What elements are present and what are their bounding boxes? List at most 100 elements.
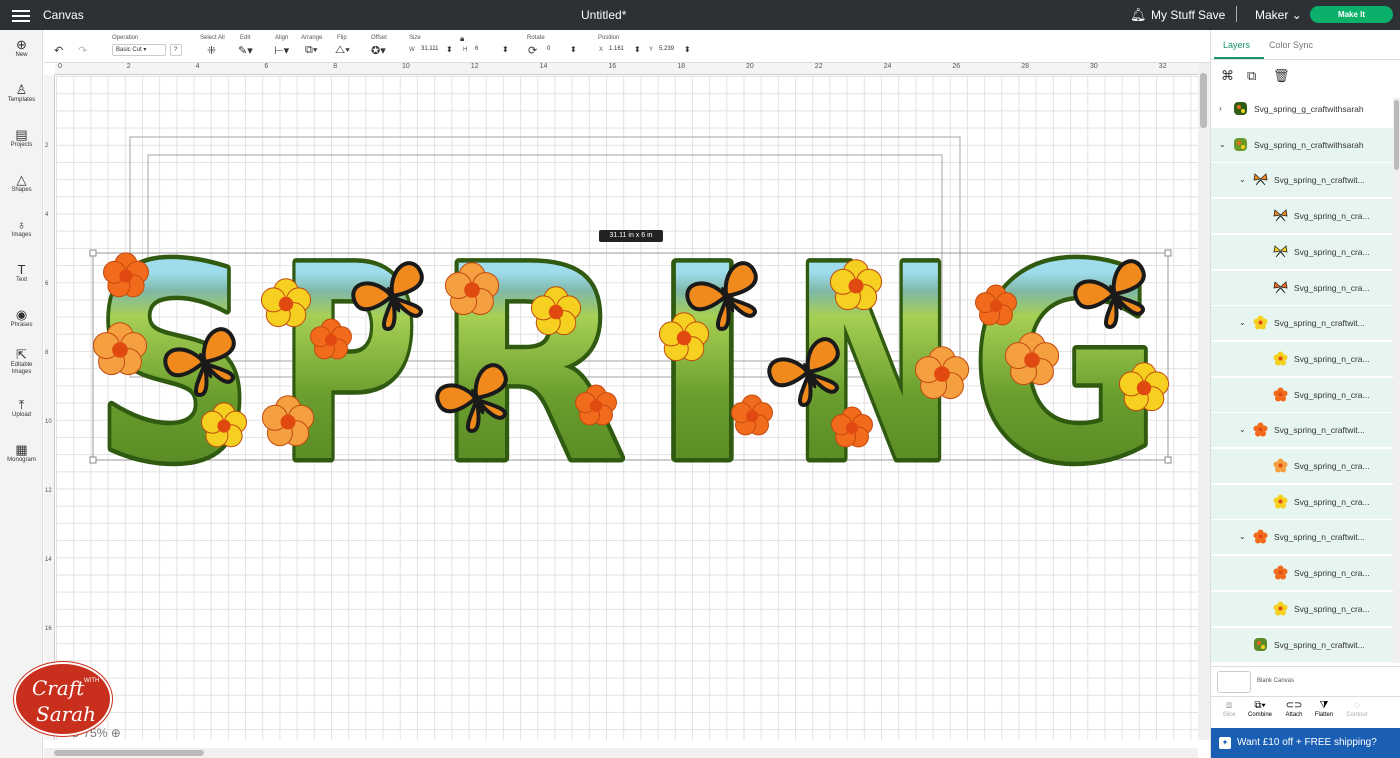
spring-letter[interactable]: I xyxy=(646,206,760,527)
ruler-tick-label: 2 xyxy=(45,143,49,149)
layer-thumbnail-icon xyxy=(1273,494,1288,509)
arrange-icon[interactable]: ⧉▾ xyxy=(305,44,317,57)
logo-text-sarah: Sarah xyxy=(36,702,96,726)
align-label: Align xyxy=(275,35,289,41)
layer-name: Svg_spring_n_cra... xyxy=(1294,389,1370,400)
ruler-tick-label: 14 xyxy=(45,557,52,563)
tool-phrases[interactable]: ◉ Phrases xyxy=(0,308,43,329)
chevron-icon[interactable]: ⌄ xyxy=(1219,140,1226,149)
selection-handle[interactable] xyxy=(1164,456,1172,464)
layer-thumbnail-icon xyxy=(1233,137,1248,152)
horizontal-scrollbar[interactable] xyxy=(44,748,1198,758)
spring-letters[interactable]: SPRING xyxy=(90,206,1166,527)
design-canvas[interactable]: SPRING 31.11 in x 6 in ⊖ 75% ⊕ xyxy=(56,76,1198,740)
height-input[interactable]: 6 xyxy=(472,44,502,56)
tool-monogram[interactable]: ▦ Monogram xyxy=(0,443,43,464)
trash-icon[interactable]: 🗑︎ xyxy=(1273,68,1290,84)
chevron-icon[interactable]: ⌄ xyxy=(1239,318,1246,327)
offset-label: Offset xyxy=(371,35,387,41)
logo-text-craft: Craft xyxy=(32,676,85,700)
flatten-button[interactable]: ⧩ Flatten xyxy=(1308,700,1340,718)
offset-icon[interactable]: ✪▾ xyxy=(371,44,386,57)
make-it-button[interactable]: Make It xyxy=(1310,6,1393,23)
document-title[interactable]: Untitled* xyxy=(581,8,626,22)
chevron-icon[interactable]: › xyxy=(1219,104,1222,113)
layer-row[interactable]: Svg_spring_n_cra... xyxy=(1211,449,1393,483)
layer-row[interactable]: ⌄ Svg_spring_n_craftwit... xyxy=(1211,413,1393,448)
layer-row[interactable]: ⌄ Svg_spring_n_craftwit... xyxy=(1211,306,1393,341)
combine-button[interactable]: ⧉▾ Combine xyxy=(1244,700,1276,718)
layer-row[interactable]: ⌄ Svg_spring_n_craftwithsarah xyxy=(1211,127,1393,162)
tool-templates[interactable]: ♙ Templates xyxy=(0,83,43,104)
chevron-icon[interactable]: ⌄ xyxy=(1239,175,1246,184)
blank-canvas-row[interactable]: Blank Canvas xyxy=(1211,666,1400,696)
layer-row[interactable]: Svg_spring_n_cra... xyxy=(1211,591,1393,626)
y-stepper-icon[interactable]: ⬍ xyxy=(684,45,691,54)
height-stepper-icon[interactable]: ⬍ xyxy=(502,45,509,54)
contour-button[interactable]: ◌ Contour xyxy=(1341,700,1373,718)
tool-text[interactable]: T Text xyxy=(0,263,43,284)
layer-row[interactable]: Svg_spring_n_cra... xyxy=(1211,484,1393,519)
hamburger-menu-icon[interactable] xyxy=(12,7,30,23)
left-ruler: 2 4 6 8 10 12 14 16 xyxy=(44,75,55,740)
redo-icon[interactable]: ↷ xyxy=(78,44,87,57)
tool-images[interactable]: ♁ Images xyxy=(0,218,43,239)
layer-row[interactable]: › Svg_spring_g_craftwithsarah xyxy=(1211,92,1393,126)
flip-icon[interactable]: ⧍▾ xyxy=(335,44,350,57)
spring-letter[interactable]: R xyxy=(432,206,631,527)
tab-layers[interactable]: Layers xyxy=(1223,40,1250,50)
layers-scrollbar[interactable] xyxy=(1393,98,1400,663)
tool-editable-images[interactable]: ⇱ Editable Images xyxy=(0,348,43,376)
layer-row[interactable]: Svg_spring_n_cra... xyxy=(1211,377,1393,412)
machine-select[interactable]: Maker ⌄ xyxy=(1255,8,1302,22)
align-icon[interactable]: ⊢▾ xyxy=(274,44,289,57)
help-icon[interactable]: ? xyxy=(170,44,182,56)
position-label: Position xyxy=(598,35,620,41)
lightbulb-icon: ♁ xyxy=(16,217,27,232)
duplicate-icon[interactable]: ⧉ xyxy=(1247,68,1256,84)
layer-thumbnail-icon xyxy=(1273,601,1288,616)
rotate-stepper-icon[interactable]: ⬍ xyxy=(570,45,577,54)
tool-projects[interactable]: ▤ Projects xyxy=(0,128,43,149)
x-stepper-icon[interactable]: ⬍ xyxy=(634,45,641,54)
layer-row[interactable]: ⌄ Svg_spring_n_craftwit... xyxy=(1211,520,1393,555)
lock-icon[interactable]: 🔒︎ xyxy=(460,34,464,44)
group-icon[interactable]: ⌘ xyxy=(1221,68,1234,84)
ruler-tick-label: 10 xyxy=(45,419,52,425)
layer-row[interactable]: Svg_spring_n_cra... xyxy=(1211,270,1393,305)
attach-button[interactable]: ⊂⊃ Attach xyxy=(1278,700,1310,718)
select-all-icon[interactable]: ⁜ xyxy=(207,44,216,57)
select-all-label: Select All xyxy=(200,35,225,41)
promo-banner[interactable]: ✦ Want £10 off + FREE shipping? xyxy=(1211,728,1400,758)
width-stepper-icon[interactable]: ⬍ xyxy=(446,45,453,54)
chevron-icon[interactable]: ⌄ xyxy=(1239,425,1246,434)
ruler-tick-label: 4 xyxy=(195,63,200,70)
tool-upload[interactable]: ⤒ Upload xyxy=(0,398,43,419)
spring-letter[interactable]: G xyxy=(967,206,1166,527)
selection-handle[interactable] xyxy=(1164,249,1172,257)
layer-row[interactable]: ⌄ Svg_spring_n_craftwit... xyxy=(1211,163,1393,198)
height-value: 6 xyxy=(475,46,479,52)
tab-color-sync[interactable]: Color Sync xyxy=(1269,40,1313,50)
layer-row[interactable]: Svg_spring_n_cra... xyxy=(1211,234,1393,269)
layer-row[interactable]: Svg_spring_n_cra... xyxy=(1211,341,1393,376)
vertical-scrollbar[interactable] xyxy=(1198,63,1210,740)
tool-new[interactable]: ⊕ New xyxy=(0,38,43,59)
undo-icon[interactable]: ↶ xyxy=(54,44,63,57)
chevron-icon[interactable]: ⌄ xyxy=(1239,532,1246,541)
my-stuff-link[interactable]: My Stuff xyxy=(1151,8,1195,22)
layer-thumbnail-icon xyxy=(1253,172,1268,187)
flatten-icon: ⧩ xyxy=(1319,700,1329,711)
layer-row[interactable]: Svg_spring_n_cra... xyxy=(1211,556,1393,591)
tool-shapes[interactable]: △ Shapes xyxy=(0,173,43,194)
zoom-in-icon[interactable]: ⊕ xyxy=(111,726,121,740)
slice-button[interactable]: ⧈ Slice xyxy=(1213,700,1245,718)
edit-pencil-icon[interactable]: ✎▾ xyxy=(238,44,253,57)
layer-row[interactable]: Svg_spring_n_cra... xyxy=(1211,199,1393,234)
blank-canvas-swatch xyxy=(1217,671,1251,693)
save-button[interactable]: Save xyxy=(1198,8,1225,22)
spring-letter[interactable]: P xyxy=(274,206,423,527)
layer-row[interactable]: Svg_spring_n_craftwit... xyxy=(1211,627,1393,662)
bell-icon[interactable]: 🔔︎ xyxy=(1130,7,1147,23)
operation-select[interactable]: Basic Cut ▾ xyxy=(112,44,166,56)
